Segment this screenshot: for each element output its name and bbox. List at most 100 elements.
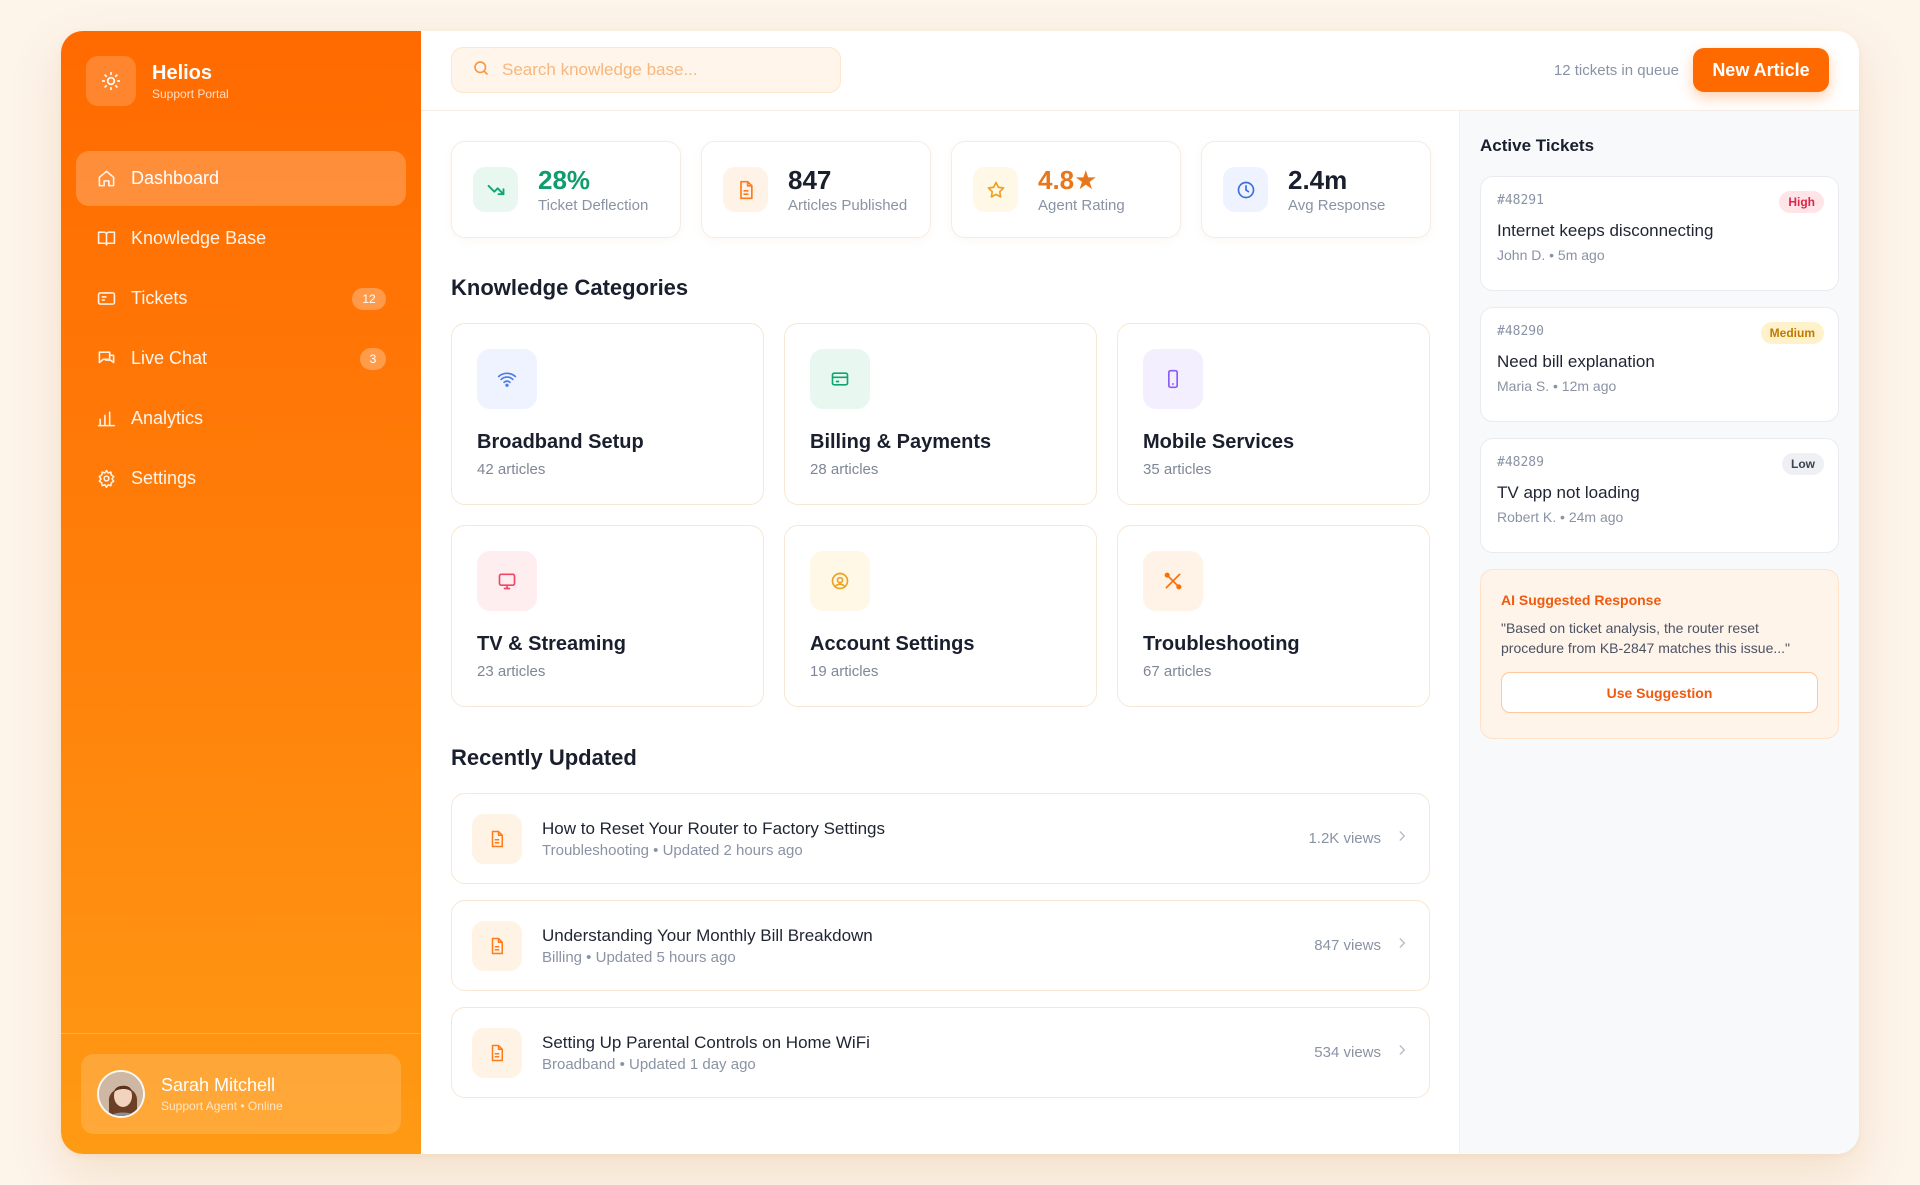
chevron-right-icon	[1395, 1043, 1409, 1062]
new-article-button[interactable]: New Article	[1693, 48, 1829, 92]
category-count: 42 articles	[477, 461, 546, 478]
brand[interactable]: Helios Support Portal	[86, 56, 229, 106]
ticket-card[interactable]: #48290 Medium Need bill explanation Mari…	[1480, 307, 1839, 422]
right-panel: Active Tickets #48291 High Internet keep…	[1459, 111, 1859, 1154]
chevron-right-icon	[1395, 829, 1409, 848]
star-icon	[973, 167, 1018, 212]
live-chat-count-badge: 3	[360, 347, 386, 370]
sidebar-item-live-chat[interactable]: Live Chat 3	[76, 331, 406, 386]
tickets-count-badge: 12	[352, 287, 386, 310]
document-icon	[723, 167, 768, 212]
category-card-tv[interactable]: TV & Streaming 23 articles	[451, 525, 764, 707]
sidebar-item-label: Knowledge Base	[131, 228, 267, 248]
priority-badge: Medium	[1760, 322, 1824, 344]
credit-card-icon	[810, 349, 870, 409]
article-row[interactable]: Setting Up Parental Controls on Home WiF…	[451, 1007, 1430, 1098]
brand-subtitle: Support Portal	[152, 86, 229, 101]
article-views: 847 views	[1314, 937, 1381, 954]
tickets-list: #48291 High Internet keeps disconnecting…	[1480, 176, 1839, 553]
ticket-meta: Robert K. • 24m ago	[1497, 509, 1624, 525]
stat-label: Articles Published	[788, 196, 908, 214]
category-name: Account Settings	[810, 633, 975, 655]
chevron-right-icon	[1395, 936, 1409, 955]
app-window: Helios Support Portal Dashboard Knowledg…	[61, 31, 1859, 1154]
stat-value: 4.8★	[1038, 164, 1098, 195]
recent-articles-list: How to Reset Your Router to Factory Sett…	[451, 793, 1459, 1098]
stat-value: 847	[788, 164, 832, 195]
bar-chart-icon	[96, 409, 116, 429]
user-circle-icon	[810, 551, 870, 611]
sidebar-nav: Dashboard Knowledge Base Tickets 12 Live…	[76, 151, 406, 511]
sidebar-item-label: Settings	[131, 468, 197, 488]
smartphone-icon	[1143, 349, 1203, 409]
article-row[interactable]: Understanding Your Monthly Bill Breakdow…	[451, 900, 1430, 991]
article-meta: Broadband • Updated 1 day ago	[542, 1055, 756, 1073]
stat-card-articles: 847 Articles Published	[701, 141, 931, 238]
category-name: Troubleshooting	[1143, 633, 1300, 655]
sidebar: Helios Support Portal Dashboard Knowledg…	[61, 31, 421, 1154]
active-tickets-heading: Active Tickets	[1480, 136, 1595, 155]
category-count: 67 articles	[1143, 663, 1212, 680]
priority-badge: Low	[1782, 453, 1824, 475]
category-card-billing[interactable]: Billing & Payments 28 articles	[784, 323, 1097, 505]
stat-card-rating: 4.8★ Agent Rating	[951, 141, 1181, 238]
stats-row: 28% Ticket Deflection 847 Articles Publi…	[451, 141, 1459, 238]
sidebar-item-knowledge-base[interactable]: Knowledge Base	[76, 211, 406, 266]
sidebar-item-label: Tickets	[131, 288, 188, 308]
ticket-card[interactable]: #48289 Low TV app not loading Robert K. …	[1480, 438, 1839, 553]
article-row[interactable]: How to Reset Your Router to Factory Sett…	[451, 793, 1430, 884]
document-icon	[472, 920, 522, 971]
wifi-icon	[477, 349, 537, 409]
ticket-title: Internet keeps disconnecting	[1497, 221, 1714, 240]
categories-grid: Broadband Setup 42 articles Billing & Pa…	[451, 323, 1459, 707]
stat-value: 28%	[538, 164, 591, 195]
stat-label: Ticket Deflection	[538, 196, 649, 214]
category-count: 35 articles	[1143, 461, 1212, 478]
ticket-card[interactable]: #48291 High Internet keeps disconnecting…	[1480, 176, 1839, 291]
queue-status: 12 tickets in queue	[1553, 62, 1679, 79]
ticket-meta: John D. • 5m ago	[1497, 247, 1605, 263]
article-title: Understanding Your Monthly Bill Breakdow…	[542, 925, 873, 945]
category-name: Mobile Services	[1143, 431, 1295, 453]
ai-suggestion-title: AI Suggested Response	[1501, 592, 1662, 608]
category-name: Broadband Setup	[477, 431, 644, 453]
clock-icon	[1223, 167, 1268, 212]
sidebar-item-label: Analytics	[131, 408, 204, 428]
ticket-id: #48291	[1497, 193, 1544, 208]
category-card-account[interactable]: Account Settings 19 articles	[784, 525, 1097, 707]
category-card-broadband[interactable]: Broadband Setup 42 articles	[451, 323, 764, 505]
article-title: How to Reset Your Router to Factory Sett…	[542, 818, 886, 838]
user-profile-card[interactable]: Sarah Mitchell Support Agent • Online	[81, 1054, 401, 1134]
ticket-meta: Maria S. • 12m ago	[1497, 378, 1617, 394]
gear-icon	[96, 469, 116, 489]
category-card-mobile[interactable]: Mobile Services 35 articles	[1117, 323, 1430, 505]
search-input[interactable]	[502, 60, 820, 80]
sidebar-item-analytics[interactable]: Analytics	[76, 391, 406, 446]
sidebar-item-label: Live Chat	[131, 348, 208, 368]
sidebar-divider	[61, 1033, 421, 1034]
trend-down-icon	[473, 167, 518, 212]
sidebar-item-settings[interactable]: Settings	[76, 451, 406, 506]
document-icon	[472, 813, 522, 864]
category-count: 23 articles	[477, 663, 546, 680]
stat-card-deflection: 28% Ticket Deflection	[451, 141, 681, 238]
content: 28% Ticket Deflection 847 Articles Publi…	[421, 111, 1859, 1154]
ticket-id: #48289	[1497, 455, 1544, 470]
sidebar-item-dashboard[interactable]: Dashboard	[76, 151, 406, 206]
use-suggestion-button[interactable]: Use Suggestion	[1501, 672, 1818, 713]
document-icon	[472, 1027, 522, 1078]
avatar	[97, 1070, 145, 1118]
ticket-icon	[96, 289, 116, 309]
ai-suggestion-panel: AI Suggested Response "Based on ticket a…	[1480, 569, 1839, 739]
category-count: 19 articles	[810, 663, 879, 680]
search-box[interactable]	[451, 47, 841, 93]
category-card-troubleshooting[interactable]: Troubleshooting 67 articles	[1117, 525, 1430, 707]
brand-name: Helios	[152, 61, 213, 84]
search-icon	[472, 59, 490, 82]
category-name: TV & Streaming	[477, 633, 626, 655]
sidebar-item-tickets[interactable]: Tickets 12	[76, 271, 406, 326]
stat-card-response: 2.4m Avg Response	[1201, 141, 1431, 238]
article-meta: Troubleshooting • Updated 2 hours ago	[542, 841, 803, 859]
stat-label: Avg Response	[1288, 196, 1386, 214]
article-views: 534 views	[1314, 1044, 1381, 1061]
